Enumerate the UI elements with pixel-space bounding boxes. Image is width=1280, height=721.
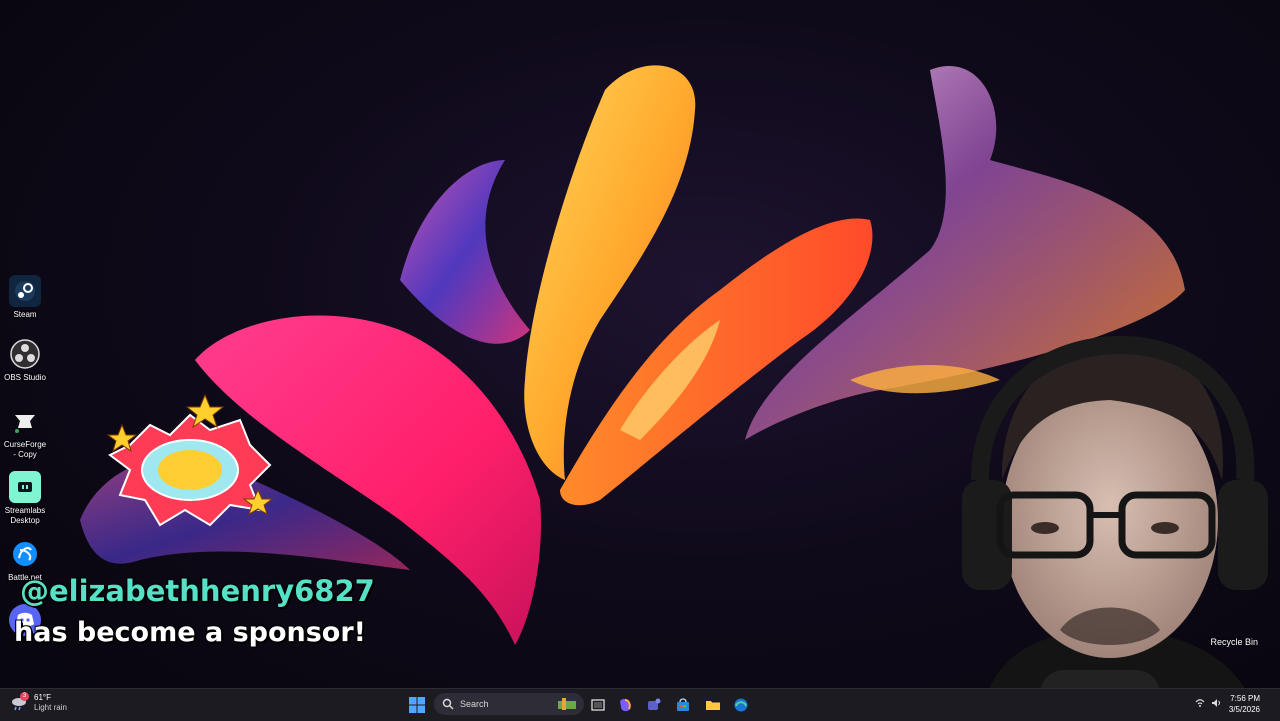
- battlenet-icon: [9, 538, 41, 570]
- search-icon: [442, 698, 454, 710]
- desktop-icon-streamlabs[interactable]: Streamlabs Desktop: [2, 471, 48, 526]
- obs-icon: [9, 338, 41, 370]
- weather-condition: Light rain: [34, 703, 67, 712]
- curseforge-icon: [9, 405, 41, 437]
- task-view-icon: [591, 699, 605, 711]
- taskbar-search[interactable]: Search: [434, 693, 584, 715]
- streamlabs-icon: [9, 471, 41, 503]
- webcam-feed: [962, 335, 1268, 720]
- volume-icon: [1212, 699, 1221, 707]
- weather-temp: 61°F: [34, 693, 51, 702]
- copilot-button[interactable]: [614, 694, 636, 716]
- windows-icon: [409, 697, 425, 713]
- desktop-icon-label: CurseForge - Copy: [3, 440, 47, 459]
- sponsor-message: has become a sponsor!: [14, 617, 366, 648]
- sponsor-handle: @elizabethhenry6827: [20, 574, 375, 608]
- clock-date: 3/5/2026: [1228, 705, 1260, 714]
- taskbar-clock[interactable]: 7:56 PM 3/5/2026: [1229, 693, 1260, 715]
- rain-cloud-icon: 3: [10, 692, 29, 712]
- folder-icon: [706, 701, 720, 710]
- start-button[interactable]: [406, 694, 428, 716]
- search-placeholder: Search: [460, 699, 489, 709]
- file-explorer-button[interactable]: [702, 694, 724, 716]
- store-icon: [677, 698, 689, 711]
- system-tray[interactable]: [1195, 698, 1221, 708]
- search-highlight-icon: [558, 698, 576, 710]
- teams-icon: [648, 698, 661, 710]
- desktop-icon-label: Steam: [13, 310, 37, 319]
- desktop-icon-label: Streamlabs Desktop: [4, 506, 46, 525]
- desktop-icon-steam[interactable]: Steam: [2, 275, 48, 320]
- copilot-icon: [620, 698, 631, 712]
- task-view-button[interactable]: [587, 694, 609, 716]
- weather-badge: 3: [20, 692, 29, 701]
- desktop-icon-obs[interactable]: OBS Studio: [2, 338, 48, 383]
- teams-button[interactable]: [643, 694, 665, 716]
- alert-burst-icon: [106, 393, 274, 527]
- weather-widget[interactable]: 3 61°F Light rain: [10, 692, 67, 713]
- desktop-icon-curseforge[interactable]: CurseForge - Copy: [2, 405, 48, 460]
- edge-button[interactable]: [730, 694, 752, 716]
- steam-icon: [9, 275, 41, 307]
- store-button[interactable]: [672, 694, 694, 716]
- desktop-icon-label: OBS Studio: [4, 373, 46, 382]
- edge-icon: [734, 698, 748, 712]
- wifi-icon: [1195, 699, 1205, 707]
- clock-time: 7:56 PM: [1230, 694, 1260, 703]
- taskbar: 3 61°F Light rain Search 7:56 PM 3/5/202…: [0, 688, 1280, 721]
